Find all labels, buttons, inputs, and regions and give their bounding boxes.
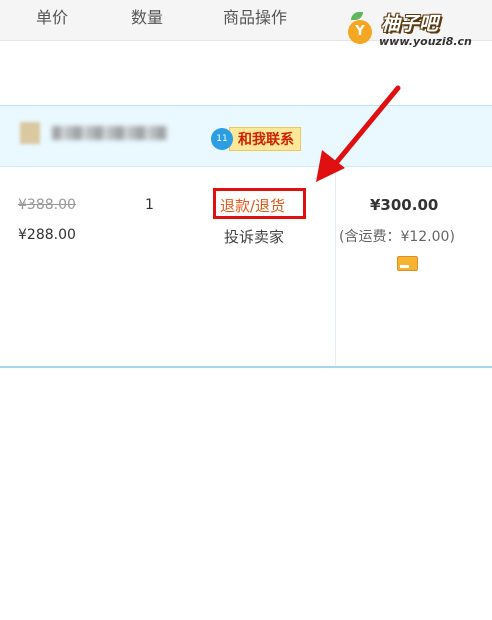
- header-quantity: 数量: [131, 8, 164, 27]
- logo-badge: Y: [348, 20, 372, 44]
- original-price: ¥388.00: [18, 197, 76, 213]
- header-unit-price: 单价: [36, 8, 69, 27]
- shop-avatar: [20, 122, 40, 144]
- header-operations: 商品操作: [223, 8, 288, 27]
- logo-url: www.youzi8.cn: [379, 35, 472, 48]
- leaf-icon: [351, 12, 363, 20]
- shop-name-blurred: [52, 126, 167, 140]
- current-price: ¥288.00: [18, 227, 76, 243]
- shop-row: 11 和我联系: [0, 105, 492, 167]
- shipping-fee: (含运费：¥12.00): [339, 229, 455, 245]
- contact-seller-button[interactable]: 11 和我联系: [211, 126, 301, 152]
- watermark-logo: Y 柚子吧 www.youzi8.cn: [345, 6, 491, 54]
- complain-seller-link[interactable]: 投诉卖家: [224, 226, 284, 247]
- contact-seller-label: 和我联系: [229, 127, 301, 151]
- annotation-highlight-box: [213, 188, 306, 219]
- total-paid: ¥300.00: [370, 196, 439, 214]
- logo-title: 柚子吧: [381, 13, 439, 35]
- payment-card-icon: [397, 256, 418, 271]
- item-quantity: 1: [145, 197, 154, 213]
- chat-bubble-icon: 11: [211, 128, 233, 150]
- column-divider: [335, 168, 336, 365]
